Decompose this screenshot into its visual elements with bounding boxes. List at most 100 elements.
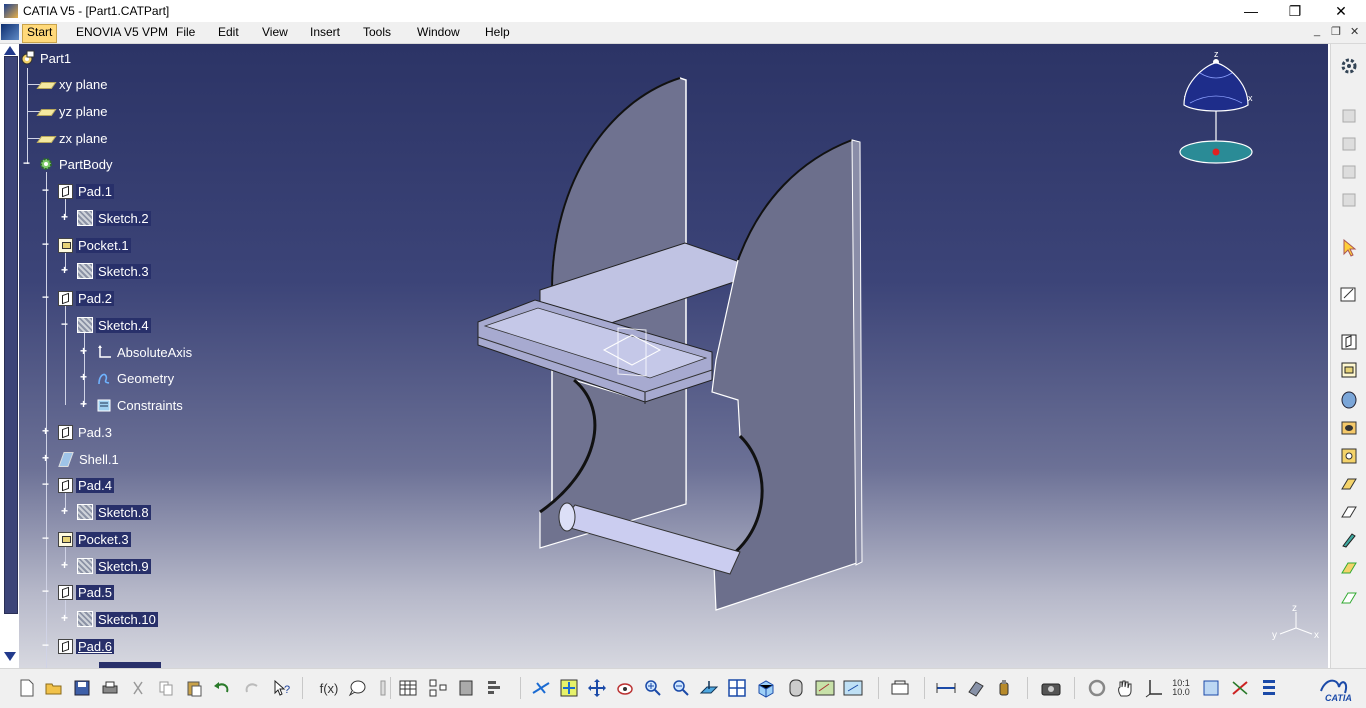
- normal-view-icon[interactable]: [698, 677, 720, 699]
- expand-toggle-icon[interactable]: +: [40, 425, 51, 437]
- tree-node-pocket3[interactable]: Pocket.3: [58, 529, 131, 549]
- axis-system-icon[interactable]: [1143, 677, 1165, 699]
- multi-view-icon[interactable]: [726, 677, 748, 699]
- menu-insert[interactable]: Insert: [306, 24, 344, 41]
- scale-icon[interactable]: 10:1 10.0: [1170, 677, 1192, 699]
- disabled-tool-icon[interactable]: [1339, 106, 1359, 126]
- copy-icon[interactable]: [155, 677, 177, 699]
- measure-inertia-icon[interactable]: [993, 677, 1015, 699]
- menu-edit[interactable]: Edit: [214, 24, 243, 41]
- whats-this-help-icon[interactable]: ?: [271, 677, 293, 699]
- sketcher-icon[interactable]: [1339, 284, 1359, 304]
- tree-node-pad2[interactable]: Pad.2: [58, 288, 114, 308]
- tree-node-pad1[interactable]: Pad.1: [58, 181, 114, 201]
- tree-node-pocket1[interactable]: Pocket.1: [58, 235, 131, 255]
- design-table-icon[interactable]: [397, 677, 419, 699]
- measure-between-icon[interactable]: [935, 677, 957, 699]
- remove-loft-tool-icon[interactable]: [1339, 588, 1359, 608]
- zoom-out-icon[interactable]: [670, 677, 692, 699]
- expand-toggle-icon[interactable]: +: [59, 612, 70, 624]
- fit-all-in-icon[interactable]: [558, 677, 580, 699]
- collapse-toggle-icon[interactable]: −: [21, 157, 32, 169]
- catalog-browser-icon[interactable]: [427, 677, 449, 699]
- tree-node-pad3[interactable]: Pad.3: [58, 422, 114, 442]
- snap-icon[interactable]: [1229, 677, 1251, 699]
- zoom-in-icon[interactable]: [642, 677, 664, 699]
- save-icon[interactable]: [71, 677, 93, 699]
- tree-node-shell1[interactable]: Shell.1: [58, 449, 121, 469]
- expand-toggle-icon[interactable]: +: [59, 559, 70, 571]
- rib-tool-icon[interactable]: [1339, 474, 1359, 494]
- undo-icon[interactable]: [211, 677, 233, 699]
- expand-toggle-icon[interactable]: +: [40, 452, 51, 464]
- collapse-toggle-icon[interactable]: −: [40, 639, 51, 651]
- hide-show-icon[interactable]: [814, 677, 836, 699]
- close-button[interactable]: ✕: [1318, 0, 1364, 22]
- tree-node-sketch4[interactable]: Sketch.4: [77, 315, 151, 335]
- collapse-toggle-icon[interactable]: −: [40, 184, 51, 196]
- expand-toggle-icon[interactable]: +: [59, 264, 70, 276]
- tree-node-partbody[interactable]: PartBody: [38, 154, 114, 174]
- collapse-toggle-icon[interactable]: −: [40, 238, 51, 250]
- minimize-button[interactable]: —: [1228, 0, 1274, 22]
- collapse-toggle-icon[interactable]: −: [40, 532, 51, 544]
- restore-button[interactable]: ❐: [1272, 0, 1318, 22]
- collapse-toggle-icon[interactable]: −: [40, 585, 51, 597]
- update-icon[interactable]: [889, 677, 911, 699]
- print-icon[interactable]: [99, 677, 121, 699]
- mdi-close-button[interactable]: ✕: [1350, 25, 1359, 38]
- new-file-icon[interactable]: [16, 677, 38, 699]
- measure-item-icon[interactable]: [965, 677, 987, 699]
- menu-enovia[interactable]: ENOVIA V5 VPM: [72, 24, 172, 41]
- rotate-view-icon[interactable]: [1086, 677, 1108, 699]
- knowledge-advisor-icon[interactable]: [346, 677, 368, 699]
- hole-feature-icon[interactable]: [1339, 446, 1359, 466]
- paste-icon[interactable]: [183, 677, 205, 699]
- tree-node-sketch3[interactable]: Sketch.3: [77, 261, 151, 281]
- menu-window[interactable]: Window: [413, 24, 464, 41]
- mdi-minimize-button[interactable]: _: [1314, 25, 1320, 37]
- menu-start[interactable]: Start: [22, 24, 58, 43]
- disabled-tool-icon[interactable]: [1339, 190, 1359, 210]
- collapse-toggle-icon[interactable]: −: [40, 478, 51, 490]
- disabled-tool-icon[interactable]: [1339, 162, 1359, 182]
- tree-node-sketch8[interactable]: Sketch.8: [77, 502, 151, 522]
- section-view-icon[interactable]: [1200, 677, 1222, 699]
- collapse-toggle-icon[interactable]: −: [59, 318, 70, 330]
- tree-node-pad4[interactable]: Pad.4: [58, 475, 114, 495]
- tree-node-constraints[interactable]: Constraints: [96, 395, 185, 415]
- pocket-tool-icon[interactable]: [1339, 360, 1359, 380]
- tree-node-sketch10[interactable]: Sketch.10: [77, 609, 158, 629]
- tree-scrollbar[interactable]: [0, 44, 19, 668]
- collapse-toggle-icon[interactable]: −: [40, 291, 51, 303]
- mdi-restore-button[interactable]: ❐: [1331, 25, 1341, 38]
- tree-node-part1[interactable]: Part1: [19, 48, 73, 68]
- tools-palette-icon[interactable]: [484, 677, 506, 699]
- tree-node-absoluteaxis[interactable]: AbsoluteAxis: [96, 342, 194, 362]
- expand-toggle-icon[interactable]: +: [78, 345, 89, 357]
- expand-toggle-icon[interactable]: +: [78, 371, 89, 383]
- menu-help[interactable]: Help: [481, 24, 514, 41]
- stiffener-tool-icon[interactable]: [1339, 530, 1359, 550]
- tree-node-yz-plane[interactable]: yz plane: [38, 101, 109, 121]
- cut-icon[interactable]: [127, 677, 149, 699]
- disabled-tool-icon[interactable]: [1339, 134, 1359, 154]
- rotate-icon[interactable]: [614, 677, 636, 699]
- select-cursor-icon[interactable]: [1339, 238, 1359, 258]
- tree-node-sketch9[interactable]: Sketch.9: [77, 556, 151, 576]
- open-folder-icon[interactable]: [43, 677, 65, 699]
- 3d-viewport[interactable]: Part1 xy plane yz plane zx plane − PartB…: [0, 44, 1328, 668]
- catia-start-icon[interactable]: [1, 24, 19, 40]
- fly-mode-icon[interactable]: [530, 677, 552, 699]
- formula-icon[interactable]: f(x): [318, 677, 340, 699]
- tree-node-sketch2[interactable]: Sketch.2: [77, 208, 151, 228]
- pad-tool-icon[interactable]: [1339, 332, 1359, 352]
- hand-pan-icon[interactable]: [1114, 677, 1136, 699]
- 3d-part-model[interactable]: [470, 74, 870, 614]
- menu-tools[interactable]: Tools: [359, 24, 395, 41]
- menu-view[interactable]: View: [258, 24, 292, 41]
- shaft-tool-icon[interactable]: [1339, 390, 1359, 410]
- expand-toggle-icon[interactable]: +: [59, 211, 70, 223]
- scroll-up-arrow-icon[interactable]: [4, 46, 16, 55]
- expand-toggle-icon[interactable]: +: [59, 505, 70, 517]
